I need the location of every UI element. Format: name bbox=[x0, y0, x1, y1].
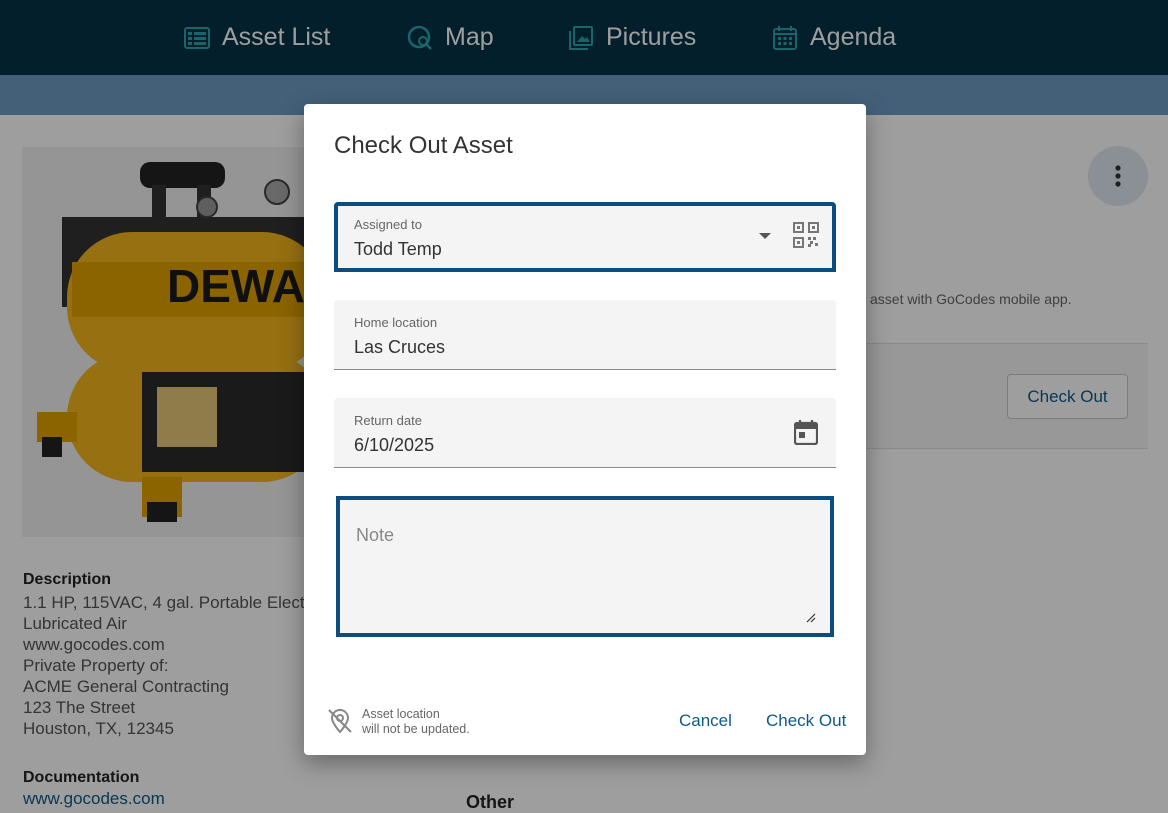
location-off-icon bbox=[328, 708, 352, 734]
location-notice-line2: will not be updated. bbox=[362, 722, 470, 736]
return-date-field[interactable]: Return date 6/10/2025 bbox=[334, 398, 836, 468]
note-placeholder: Note bbox=[356, 525, 395, 545]
assigned-to-select[interactable]: Assigned to Todd Temp bbox=[334, 202, 836, 272]
check-out-dialog: Check Out Asset Assigned to Todd Temp Ho… bbox=[304, 104, 866, 755]
assigned-to-value: Todd Temp bbox=[354, 239, 442, 259]
dropdown-arrow-icon[interactable] bbox=[758, 232, 772, 240]
resize-handle-icon[interactable] bbox=[806, 613, 816, 623]
qr-scan-icon[interactable] bbox=[793, 222, 819, 248]
return-date-label: Return date bbox=[354, 413, 422, 428]
cancel-button[interactable]: Cancel bbox=[679, 711, 732, 731]
return-date-value: 6/10/2025 bbox=[354, 435, 435, 455]
note-textarea[interactable]: Note bbox=[336, 496, 834, 637]
location-notice: Asset location will not be updated. bbox=[326, 707, 470, 737]
home-location-field[interactable]: Home location Las Cruces bbox=[334, 300, 836, 370]
confirm-check-out-button[interactable]: Check Out bbox=[766, 711, 846, 731]
calendar-icon[interactable] bbox=[794, 419, 818, 445]
location-notice-line1: Asset location bbox=[362, 707, 440, 721]
home-location-label: Home location bbox=[354, 315, 438, 330]
home-location-value: Las Cruces bbox=[354, 337, 446, 357]
assigned-to-label: Assigned to bbox=[354, 217, 422, 232]
dialog-title: Check Out Asset bbox=[334, 132, 513, 159]
